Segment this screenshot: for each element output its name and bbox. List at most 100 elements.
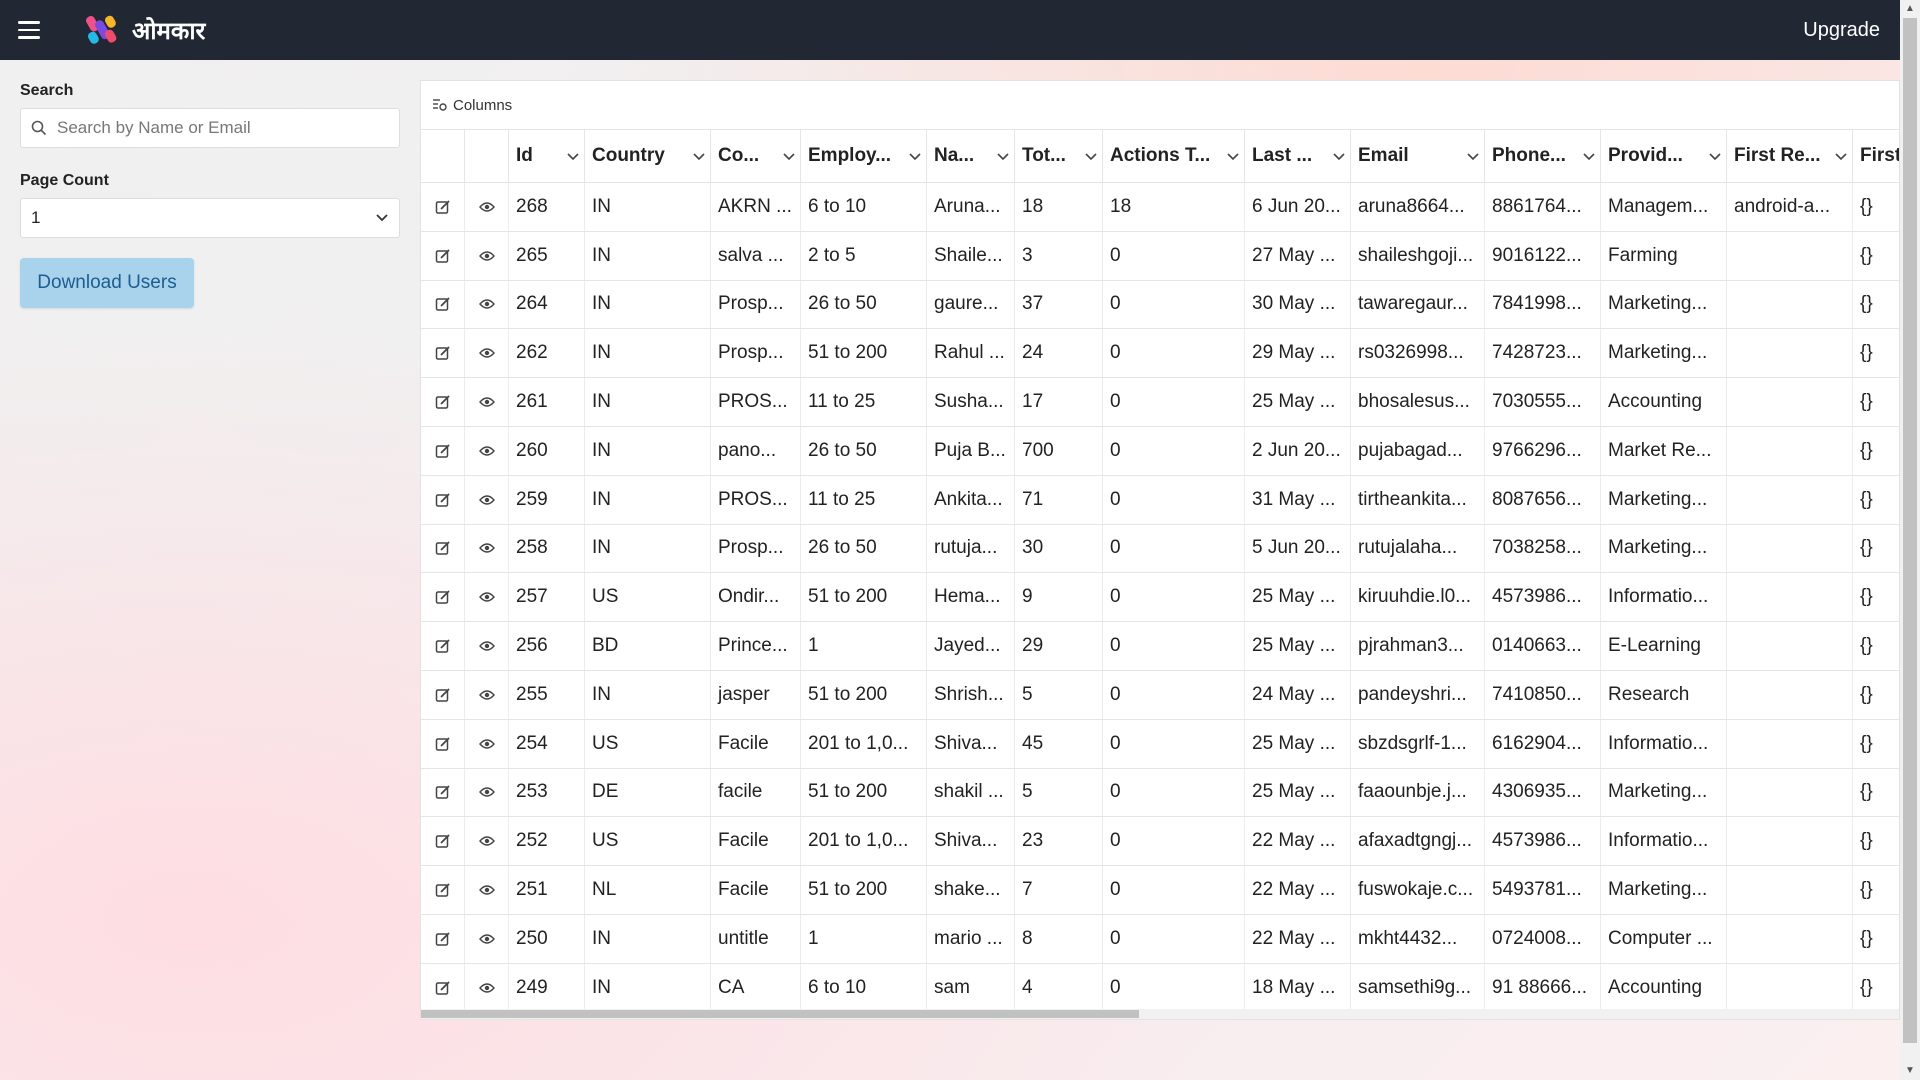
cell-last: 5 Jun 20...: [1245, 524, 1351, 573]
table-row[interactable]: 261 IN PROS... 11 to 25 Susha... 17 0 25 May ..…: [421, 378, 1899, 427]
edit-icon[interactable]: [421, 183, 465, 231]
eye-icon[interactable]: [465, 768, 509, 817]
cell-country: NL: [585, 866, 711, 914]
scroll-up-arrow-icon[interactable]: ▲: [1900, 0, 1920, 18]
edit-icon[interactable]: [421, 914, 465, 963]
eye-icon[interactable]: [465, 475, 509, 524]
table-row[interactable]: 253 DE facile 51 to 200 shakil ... 5 0 25 May .…: [421, 768, 1899, 818]
eye-icon[interactable]: [465, 231, 509, 280]
chevron-down-icon[interactable]: [778, 148, 800, 164]
scroll-down-arrow-icon[interactable]: ▼: [1900, 1062, 1920, 1080]
column-header-employ[interactable]: Employ...: [801, 130, 927, 182]
search-field[interactable]: [20, 108, 400, 148]
eye-icon[interactable]: [465, 426, 509, 475]
chevron-down-icon[interactable]: [562, 148, 584, 164]
horizontal-scrollbar-thumb[interactable]: [421, 1010, 1139, 1018]
column-header-label: Tot...: [1022, 145, 1066, 166]
eye-icon[interactable]: [465, 670, 509, 719]
table-row[interactable]: 255 IN jasper 51 to 200 Shrish... 5 0 24 May ..…: [421, 670, 1899, 720]
edit-icon[interactable]: [421, 573, 465, 622]
edit-icon[interactable]: [421, 719, 465, 768]
eye-icon[interactable]: [465, 817, 509, 866]
edit-icon[interactable]: [421, 378, 465, 426]
eye-icon[interactable]: [465, 622, 509, 670]
edit-icon[interactable]: [421, 329, 465, 378]
column-header-first-re[interactable]: First Re...: [1727, 130, 1853, 182]
chevron-down-icon[interactable]: [1578, 148, 1600, 164]
eye-icon[interactable]: [465, 378, 509, 426]
table-row[interactable]: 257 US Ondir... 51 to 200 Hema... 9 0 25 May ..…: [421, 573, 1899, 623]
cell-country: IN: [585, 183, 711, 231]
table-row[interactable]: 249 IN CA 6 to 10 sam 4 0 18 May ... samsethi9g.…: [421, 963, 1899, 1013]
table-row[interactable]: 258 IN Prosp... 26 to 50 rutuja... 30 0 5 Jun 2…: [421, 524, 1899, 574]
chevron-down-icon[interactable]: [1462, 148, 1484, 164]
table-row[interactable]: 265 IN salva ... 2 to 5 Shaile... 3 0 27 May ..…: [421, 231, 1899, 281]
page-scrollbar-thumb[interactable]: [1903, 18, 1917, 1043]
edit-icon[interactable]: [421, 426, 465, 475]
eye-icon[interactable]: [465, 866, 509, 914]
chevron-down-icon[interactable]: [1704, 148, 1726, 164]
column-header-country[interactable]: Country: [585, 130, 711, 182]
edit-icon[interactable]: [421, 670, 465, 719]
column-header-co[interactable]: Co...: [711, 130, 801, 182]
table-row[interactable]: 256 BD Prince... 1 Jayed... 29 0 25 May ... pjra…: [421, 622, 1899, 671]
edit-icon[interactable]: [421, 817, 465, 866]
hamburger-menu-icon[interactable]: [18, 12, 54, 48]
cell-email: pujabagad...: [1351, 426, 1485, 475]
page-vertical-scrollbar[interactable]: ▲ ▼: [1900, 0, 1920, 1080]
chevron-down-icon[interactable]: [1830, 148, 1852, 164]
table-row[interactable]: 250 IN untitle 1 mario ... 8 0 22 May ... mkht44…: [421, 914, 1899, 964]
eye-icon[interactable]: [465, 573, 509, 622]
table-row[interactable]: 254 US Facile 201 to 1,0... Shiva... 45 0 25 Ma…: [421, 719, 1899, 769]
cell-country: IN: [585, 524, 711, 573]
edit-icon[interactable]: [421, 524, 465, 573]
upgrade-link[interactable]: Upgrade: [1803, 0, 1880, 60]
chevron-down-icon[interactable]: [688, 148, 710, 164]
table-row[interactable]: 264 IN Prosp... 26 to 50 gaure... 37 0 30 May .…: [421, 280, 1899, 330]
table-row[interactable]: 251 NL Facile 51 to 200 shake... 7 0 22 May ...…: [421, 866, 1899, 915]
eye-icon[interactable]: [465, 280, 509, 329]
eye-icon[interactable]: [465, 329, 509, 378]
edit-icon[interactable]: [421, 475, 465, 524]
eye-icon[interactable]: [465, 719, 509, 768]
column-header-id[interactable]: Id: [509, 130, 585, 182]
eye-icon[interactable]: [465, 183, 509, 231]
chevron-down-icon[interactable]: [1328, 148, 1350, 164]
page-count-select[interactable]: 1: [20, 198, 400, 238]
table-row[interactable]: 268 IN AKRN ... 6 to 10 Aruna... 18 18 6 Jun 20…: [421, 183, 1899, 232]
edit-icon[interactable]: [421, 280, 465, 329]
cell-provid: Marketing...: [1601, 475, 1727, 524]
brand-name[interactable]: ओमकार: [132, 14, 205, 47]
column-header-provid[interactable]: Provid...: [1601, 130, 1727, 182]
column-header-first[interactable]: First: [1853, 130, 1899, 182]
columns-button[interactable]: Columns: [453, 97, 512, 114]
column-header-na[interactable]: Na...: [927, 130, 1015, 182]
edit-icon[interactable]: [421, 963, 465, 1012]
eye-icon[interactable]: [465, 963, 509, 1012]
eye-icon[interactable]: [465, 914, 509, 963]
download-users-button[interactable]: Download Users: [20, 258, 194, 308]
table-row[interactable]: 262 IN Prosp... 51 to 200 Rahul ... 24 0 29 May…: [421, 329, 1899, 379]
cell-last: 2 Jun 20...: [1245, 426, 1351, 475]
cell-co: Prosp...: [711, 280, 801, 329]
chevron-down-icon[interactable]: [992, 148, 1014, 164]
edit-icon[interactable]: [421, 622, 465, 670]
column-header-phone[interactable]: Phone...: [1485, 130, 1601, 182]
column-header-actions-t[interactable]: Actions T...: [1103, 130, 1245, 182]
table-row[interactable]: 260 IN pano... 26 to 50 Puja B... 700 0 2 Jun 2…: [421, 426, 1899, 476]
edit-icon[interactable]: [421, 768, 465, 817]
chevron-down-icon[interactable]: [1080, 148, 1102, 164]
table-row[interactable]: 252 US Facile 201 to 1,0... Shiva... 23 0 22 Ma…: [421, 817, 1899, 867]
column-header-last[interactable]: Last ...: [1245, 130, 1351, 182]
column-header-email[interactable]: Email: [1351, 130, 1485, 182]
edit-icon[interactable]: [421, 231, 465, 280]
edit-icon[interactable]: [421, 866, 465, 914]
cell-country: IN: [585, 280, 711, 329]
table-row[interactable]: 259 IN PROS... 11 to 25 Ankita... 71 0 31 May .…: [421, 475, 1899, 525]
search-input[interactable]: [57, 118, 387, 138]
horizontal-scrollbar[interactable]: [421, 1009, 1899, 1019]
chevron-down-icon[interactable]: [1222, 148, 1244, 164]
chevron-down-icon[interactable]: [904, 148, 926, 164]
column-header-tot[interactable]: Tot...: [1015, 130, 1103, 182]
eye-icon[interactable]: [465, 524, 509, 573]
